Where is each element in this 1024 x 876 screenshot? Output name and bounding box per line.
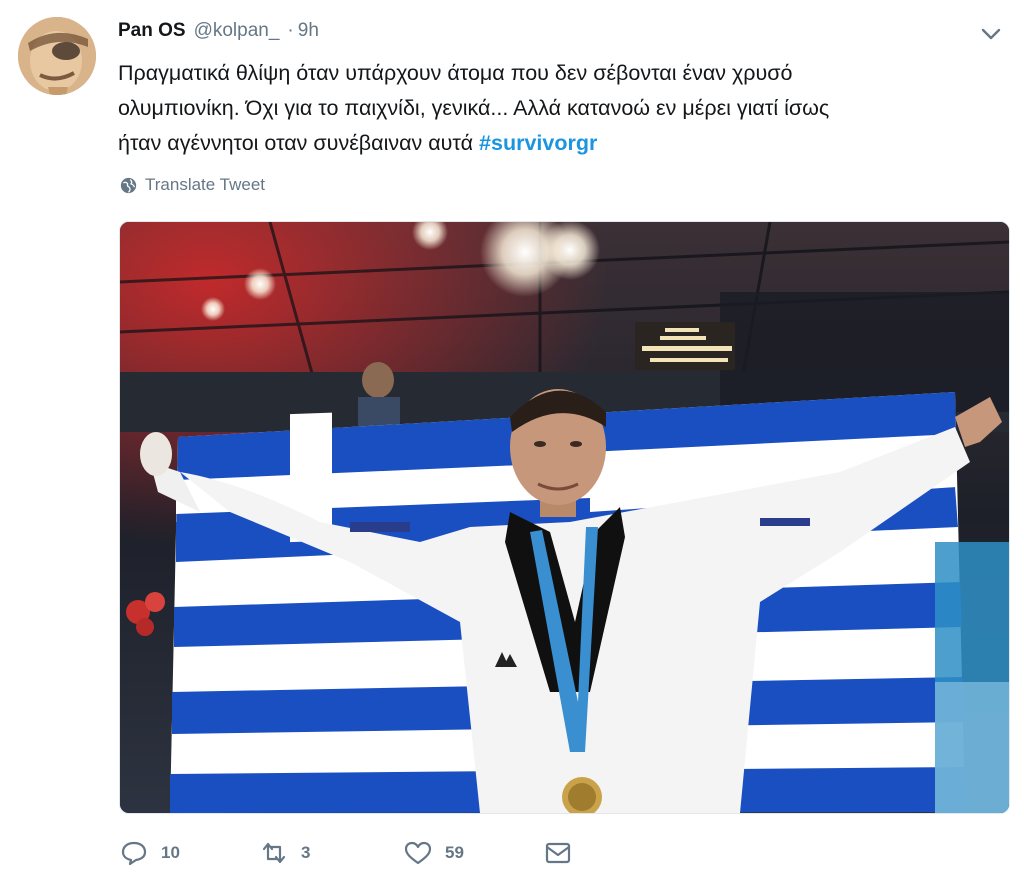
translate-label: Translate Tweet bbox=[145, 175, 266, 194]
tweet-timestamp[interactable]: 9h bbox=[298, 20, 319, 42]
tweet-header: Pan OS @kolpan_ · 9h bbox=[118, 20, 319, 46]
hashtag-link[interactable]: #survivorgr bbox=[479, 131, 597, 155]
reply-count: 10 bbox=[161, 843, 180, 862]
tweet-text-line: Πραγματικά θλίψη όταν υπάρχουν άτομα που… bbox=[118, 61, 793, 85]
retweet-count: 3 bbox=[301, 843, 311, 862]
separator-dot: · bbox=[287, 20, 294, 41]
photo-image bbox=[120, 222, 1009, 813]
tweet-text: Πραγματικά θλίψη όταν υπάρχουν άτομα που… bbox=[118, 56, 998, 161]
author-avatar[interactable] bbox=[18, 17, 96, 95]
globe-icon bbox=[120, 177, 137, 193]
more-options-icon[interactable] bbox=[980, 26, 1002, 42]
reply-icon bbox=[121, 841, 147, 866]
tweet-text-line: ολυμπιονίκη. Όχι για το παιχνίδι, γενικά… bbox=[118, 96, 830, 120]
like-count: 59 bbox=[445, 843, 464, 862]
author-handle[interactable]: @kolpan_ bbox=[194, 20, 280, 42]
reply-button[interactable]: 10 bbox=[119, 839, 180, 867]
translate-tweet-button[interactable]: Translate Tweet bbox=[120, 175, 265, 195]
envelope-icon bbox=[545, 842, 571, 864]
tweet-text-line: ήταν αγέννητοι οταν συνέβαιναν αυτά #sur… bbox=[118, 126, 998, 161]
tweet-text-fragment: ήταν αγέννητοι οταν συνέβαιναν αυτά bbox=[118, 131, 480, 155]
direct-message-button[interactable] bbox=[543, 839, 573, 867]
tweet-photo[interactable] bbox=[119, 221, 1010, 814]
heart-icon bbox=[404, 841, 432, 865]
retweet-button[interactable]: 3 bbox=[259, 839, 310, 867]
like-button[interactable]: 59 bbox=[403, 839, 464, 867]
author-name[interactable]: Pan OS bbox=[118, 20, 186, 42]
retweet-icon bbox=[262, 842, 286, 864]
